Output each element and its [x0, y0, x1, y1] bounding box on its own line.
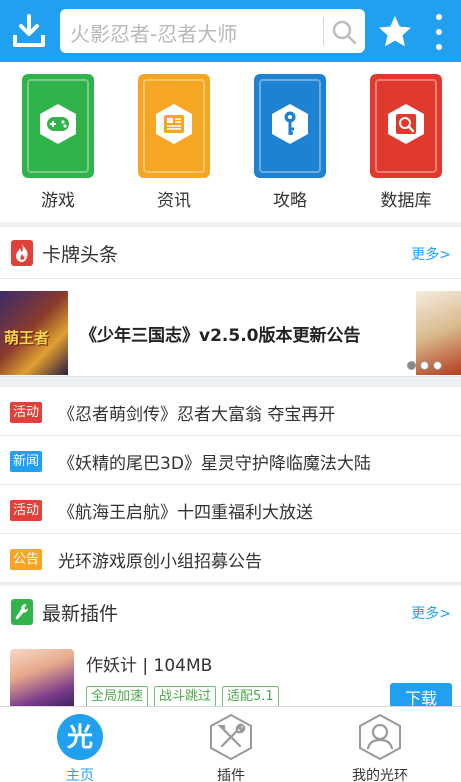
carousel-indicator [407, 361, 442, 370]
database-card[interactable] [370, 74, 442, 178]
plugin-tags: 全局加速 战斗跳过 适配5.1 [86, 686, 279, 708]
category-label: 游戏 [41, 191, 75, 211]
database-search-icon [388, 104, 424, 144]
category-label: 攻略 [273, 191, 307, 211]
plugin-tag: 适配5.1 [222, 686, 279, 708]
search-icon[interactable] [330, 18, 358, 46]
nav-label: 插件 [217, 768, 245, 782]
games-card[interactable] [22, 74, 94, 178]
home-glyph: 光 [66, 723, 93, 753]
news-tag: 活动 [10, 402, 43, 423]
newspaper-icon [156, 104, 192, 144]
news-item[interactable]: 公告 光环游戏原创小组招募公告 [0, 534, 461, 583]
tools-icon [210, 713, 252, 761]
carousel-dot [407, 361, 416, 370]
headlines-header: 卡牌头条 更多> [0, 227, 461, 279]
top-bar: 火影忍者-忍者大师 [0, 0, 461, 62]
headlines-more-link[interactable]: 更多> [411, 244, 451, 264]
news-tag: 公告 [10, 549, 43, 570]
news-title: 《忍者萌剑传》忍者大富翁 夺宝再开 [58, 405, 336, 425]
category-grid: 游戏 资讯 攻略 数据库 [0, 62, 461, 222]
home-halo-icon: 光 [57, 714, 103, 760]
news-item[interactable]: 活动 《忍者萌剑传》忍者大富翁 夺宝再开 [0, 387, 461, 436]
nav-plugins[interactable]: 插件 [171, 707, 291, 782]
news-title: 光环游戏原创小组招募公告 [58, 552, 262, 572]
category-news[interactable]: 资讯 [136, 74, 212, 211]
carousel-dot [420, 361, 429, 370]
plugin-thumbnail [10, 649, 74, 709]
key-icon [272, 104, 308, 144]
wrench-icon [11, 599, 33, 625]
news-card[interactable] [138, 74, 210, 178]
banner-image-left: 萌王者 [0, 291, 68, 375]
category-database[interactable]: 数据库 [368, 74, 444, 211]
download-icon [13, 14, 45, 47]
news-item[interactable]: 活动 《航海王启航》十四重福利大放送 [0, 485, 461, 534]
carousel-dot [433, 361, 442, 370]
bottom-nav: 光 主页 插件 我的光环 [0, 706, 461, 782]
news-item[interactable]: 新闻 《妖精的尾巴3D》星灵守护降临魔法大陆 [0, 436, 461, 485]
nav-label: 主页 [66, 768, 94, 782]
banner-title: 《少年三国志》v2.5.0版本更新公告 [80, 326, 361, 346]
more-menu-icon[interactable] [428, 12, 450, 52]
news-title: 《妖精的尾巴3D》星灵守护降临魔法大陆 [58, 454, 371, 474]
section-title: 最新插件 [42, 603, 119, 625]
search-input[interactable]: 火影忍者-忍者大师 [70, 18, 237, 47]
plugin-title: 作妖计 | 104MB [86, 656, 213, 676]
news-tag: 活动 [10, 500, 43, 521]
search-box[interactable]: 火影忍者-忍者大师 [60, 9, 365, 53]
search-divider [323, 17, 324, 45]
download-button[interactable] [8, 10, 50, 52]
plugin-tag: 战斗跳过 [154, 686, 217, 708]
plugins-more-link[interactable]: 更多> [411, 603, 451, 623]
plugin-item[interactable]: 作妖计 | 104MB 全局加速 战斗跳过 适配5.1 下载 [0, 637, 461, 709]
plugins-header: 最新插件 更多> [0, 586, 461, 638]
plugin-tag: 全局加速 [86, 686, 149, 708]
category-label: 资讯 [157, 191, 191, 211]
profile-icon [359, 713, 401, 761]
section-title: 卡牌头条 [42, 244, 119, 266]
headline-banner[interactable]: 萌王者 《少年三国志》v2.5.0版本更新公告 [0, 279, 461, 377]
news-tag: 新闻 [10, 451, 43, 472]
nav-home[interactable]: 光 主页 [20, 707, 140, 782]
category-games[interactable]: 游戏 [20, 74, 96, 211]
banner-image-text: 萌王者 [4, 329, 50, 347]
nav-mine[interactable]: 我的光环 [320, 707, 440, 782]
gamepad-icon [40, 104, 76, 144]
category-guides[interactable]: 攻略 [252, 74, 328, 211]
nav-label: 我的光环 [352, 768, 408, 782]
category-label: 数据库 [380, 191, 432, 211]
flame-icon [11, 240, 33, 266]
favorite-star-icon[interactable] [376, 13, 414, 51]
news-title: 《航海王启航》十四重福利大放送 [58, 503, 313, 523]
guides-card[interactable] [254, 74, 326, 178]
